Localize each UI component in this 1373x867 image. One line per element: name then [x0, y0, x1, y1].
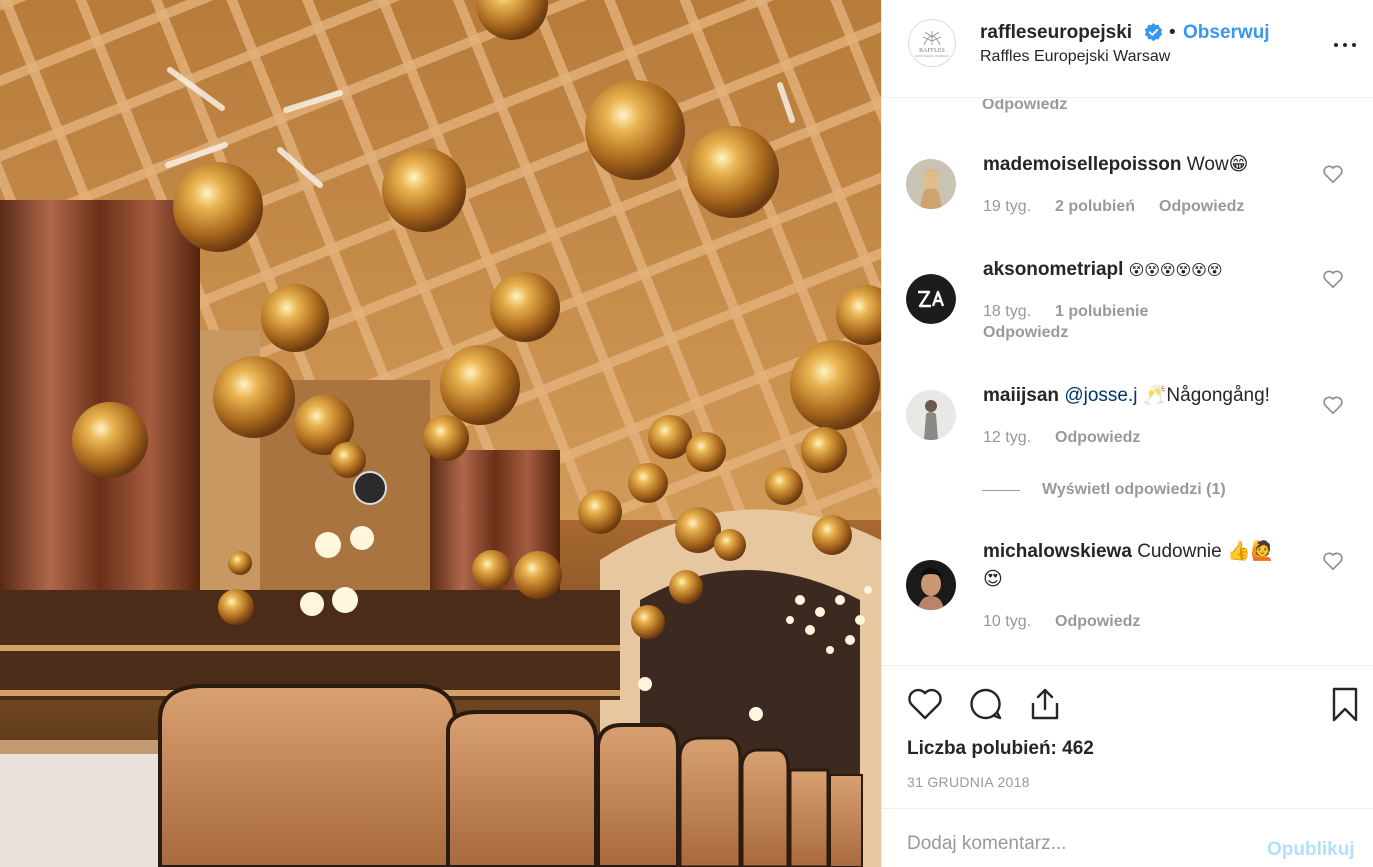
comment-body: 😵😵😵😵😵😵	[1128, 262, 1223, 279]
account-avatar[interactable]: RAFFLES EUROPEJSKI WARSAW	[908, 19, 956, 67]
comment-meta: 12 tyg. Odpowiedz	[983, 429, 1140, 447]
like-heart-icon[interactable]	[906, 685, 944, 723]
share-icon[interactable]	[1026, 685, 1064, 723]
reply-button[interactable]: Odpowiedz	[1055, 429, 1140, 447]
comment-body-emoji: 😍	[983, 569, 1003, 590]
comment-body: Cudownie 👍🙋	[1137, 541, 1275, 562]
more-dot-icon	[1343, 43, 1347, 47]
post-location[interactable]: Raffles Europejski Warsaw	[980, 48, 1170, 66]
raffles-logo-icon: RAFFLES EUROPEJSKI WARSAW	[915, 31, 949, 58]
save-bookmark-icon[interactable]	[1326, 685, 1364, 723]
more-dot-icon	[1352, 43, 1356, 47]
like-comment-heart-icon[interactable]	[1322, 551, 1344, 571]
comment-age[interactable]: 18 tyg.	[983, 303, 1031, 321]
comment-body: Wow😁	[1186, 154, 1249, 175]
comment-text: mademoiselle​poisson Wow😁	[983, 151, 1313, 179]
bar-interior-image	[0, 0, 881, 867]
comment-mention-link[interactable]: @josse.j	[1064, 385, 1137, 406]
commenter-avatar[interactable]	[906, 390, 956, 440]
commenter-avatar[interactable]	[906, 159, 956, 209]
comments-list[interactable]: Odpowiedz mademoiselle​poisson Wow😁 19 t…	[882, 99, 1373, 665]
post-actions: Liczba polubień: 462 31 GRUDNIA 2018	[882, 665, 1373, 808]
post-date[interactable]: 31 GRUDNIA 2018	[907, 774, 1030, 790]
like-comment-heart-icon[interactable]	[1322, 269, 1344, 289]
comment-composer: Opublikuj	[882, 808, 1373, 867]
like-comment-heart-icon[interactable]	[1322, 164, 1344, 184]
reply-button[interactable]: Odpowiedz	[1055, 613, 1140, 631]
reply-button[interactable]: Odpowiedz	[982, 99, 1067, 114]
post-photo[interactable]	[0, 0, 881, 867]
like-comment-heart-icon[interactable]	[1322, 395, 1344, 415]
add-comment-input[interactable]	[907, 829, 1247, 859]
commenter-avatar[interactable]	[906, 560, 956, 610]
comment-likes[interactable]: 2 polubień	[1055, 198, 1135, 216]
comment-meta: 19 tyg. 2 polubień Odpowiedz	[983, 198, 1244, 216]
separator-dot: •	[1169, 22, 1176, 43]
comment-age[interactable]: 10 tyg.	[983, 613, 1031, 631]
view-replies-label: Wyświetl odpowiedzi (1)	[1042, 481, 1226, 498]
comment-username[interactable]: mademoiselle​poisson	[983, 154, 1182, 175]
verified-badge-icon	[1144, 23, 1163, 42]
account-username[interactable]: raffleseuropejski	[980, 22, 1132, 44]
publish-button[interactable]: Opublikuj	[1267, 839, 1355, 861]
reply-button[interactable]: Odpowiedz	[983, 324, 1068, 342]
post-side-panel: RAFFLES EUROPEJSKI WARSAW raffleseuropej…	[881, 0, 1373, 867]
reply-button[interactable]: Odpowiedz	[1159, 198, 1244, 216]
comment-age[interactable]: 12 tyg.	[983, 429, 1031, 447]
comment-text: maiijsan @josse.j 🥂Någongång!	[983, 382, 1313, 410]
view-replies-button[interactable]: Wyświetl odpowiedzi (1)	[982, 481, 1226, 499]
comment-likes[interactable]: 1 polubienie	[1055, 303, 1148, 321]
comment-username[interactable]: aksonometriapl	[983, 259, 1123, 280]
comment-meta: 18 tyg. 1 polubienie	[983, 303, 1148, 321]
comment-bubble-icon[interactable]	[967, 685, 1005, 723]
comment-text: michalowskiewa Cudownie 👍🙋 😍	[983, 538, 1313, 594]
comment-text: aksonometriapl 😵😵😵😵😵😵	[983, 256, 1313, 285]
more-options-button[interactable]	[1334, 36, 1360, 54]
comment-meta: 10 tyg. Odpowiedz	[983, 613, 1140, 631]
commenter-avatar[interactable]	[906, 274, 956, 324]
more-dot-icon	[1334, 43, 1338, 47]
comment-body: 🥂Någongång!	[1142, 385, 1270, 406]
comment-username[interactable]: maiijsan	[983, 385, 1059, 406]
comment-username[interactable]: michalowskiewa	[983, 541, 1132, 562]
post-header: RAFFLES EUROPEJSKI WARSAW raffleseuropej…	[882, 0, 1373, 98]
follow-button[interactable]: Obserwuj	[1183, 22, 1270, 44]
divider-line	[982, 489, 1020, 491]
comment-age[interactable]: 19 tyg.	[983, 198, 1031, 216]
svg-text:EUROPEJSKI WARSAW: EUROPEJSKI WARSAW	[915, 54, 949, 58]
likes-count[interactable]: Liczba polubień: 462	[907, 738, 1094, 760]
